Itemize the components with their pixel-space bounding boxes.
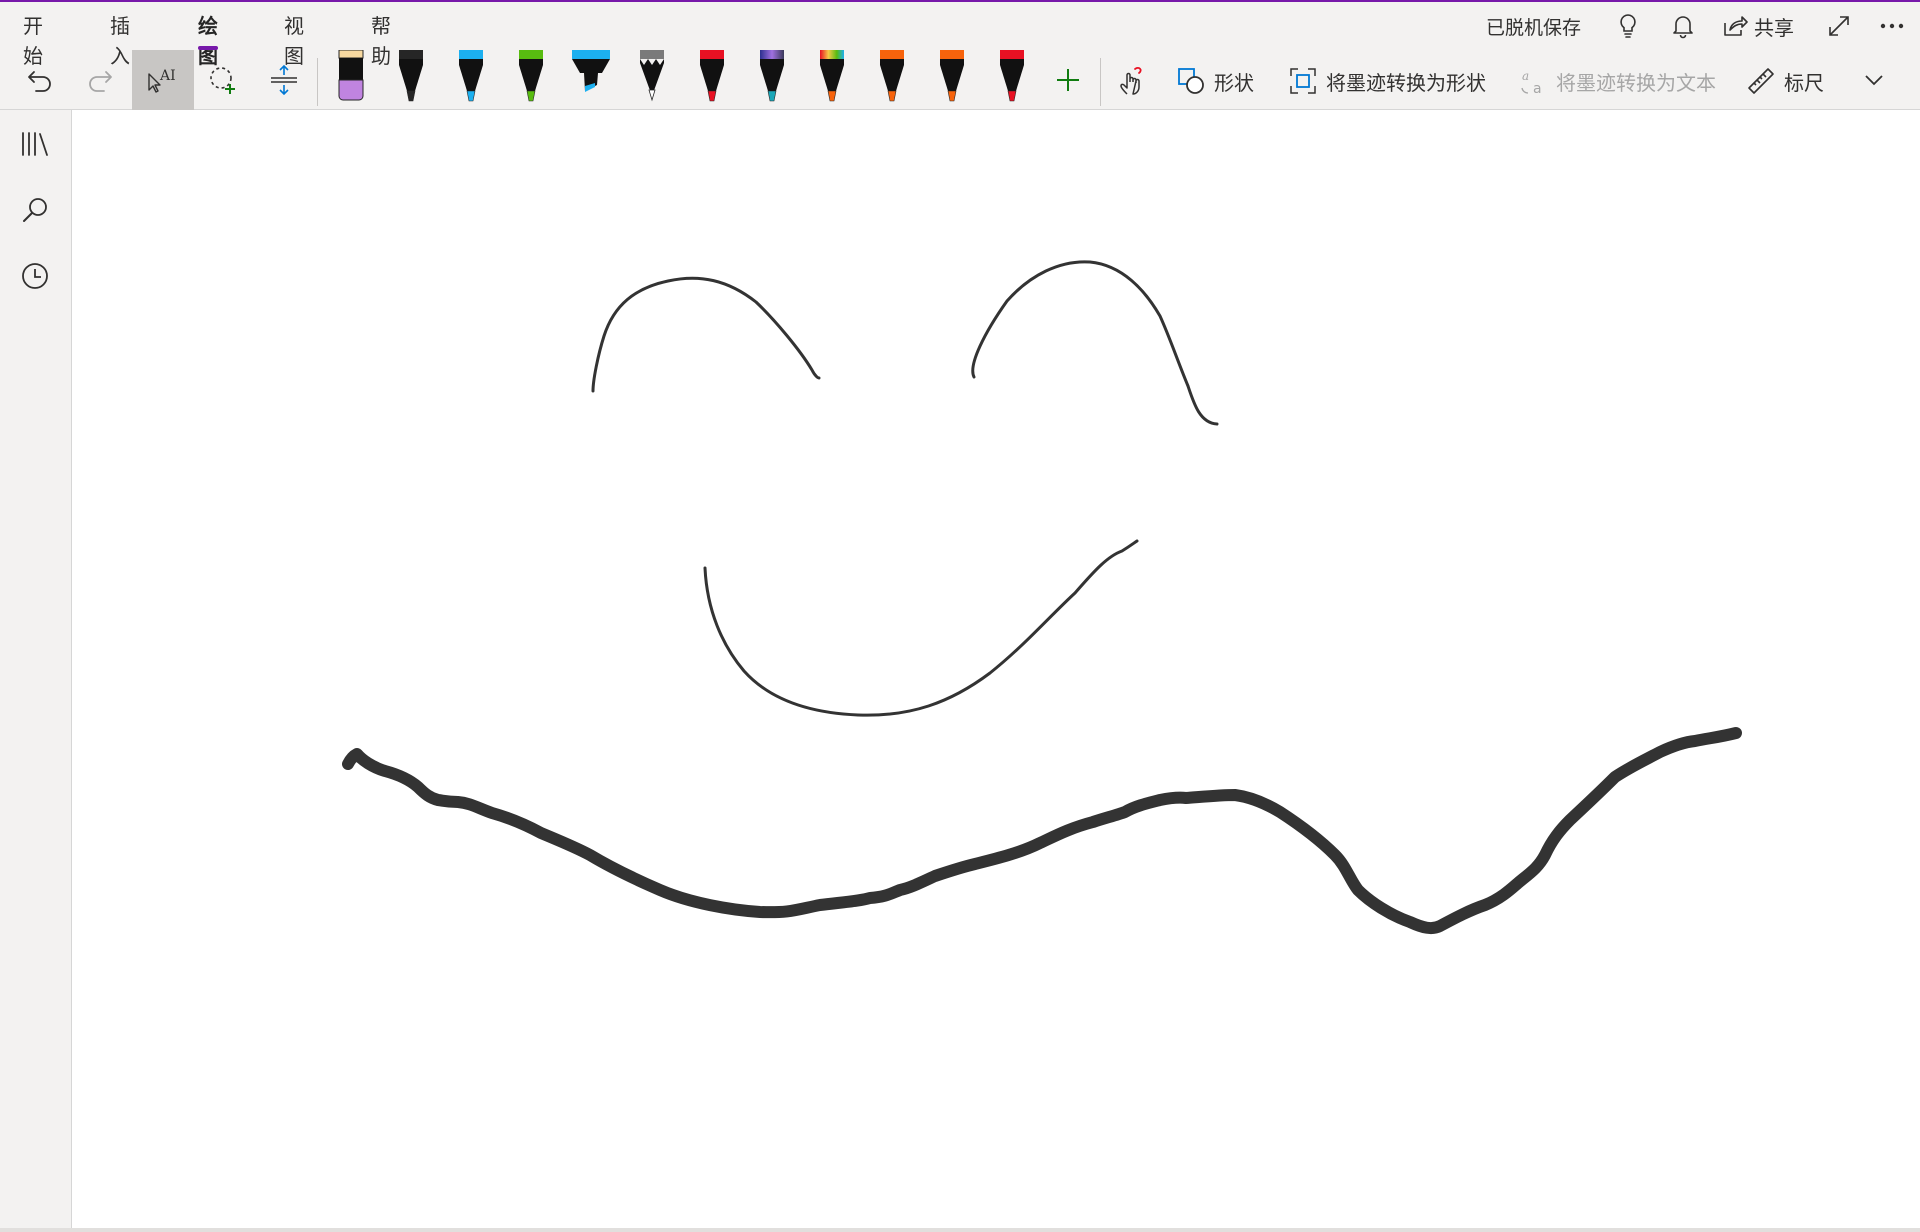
left-navigation — [0, 110, 72, 1232]
recent-notes-button[interactable] — [11, 252, 59, 300]
undo-icon — [28, 71, 51, 92]
share-icon — [1724, 16, 1748, 36]
pen-galaxy-pen-8[interactable] — [750, 50, 794, 106]
lightbulb-icon[interactable] — [1608, 6, 1648, 46]
add-pen-button[interactable] — [1044, 50, 1092, 110]
pen-pen-10[interactable] — [870, 50, 914, 106]
save-status-text: 已脱机保存 — [1486, 17, 1582, 39]
touch-draw-button[interactable] — [1108, 50, 1156, 110]
ink-to-text-label: 将墨迹转换为文本 — [1556, 72, 1716, 95]
pen-rainbow-pen-9[interactable] — [810, 50, 854, 106]
onenote-window: 开始 插入 绘图 视图 帮助 已脱机保存 共享 AI 形状 将墨迹转换为形状 a… — [0, 0, 1920, 1232]
toolbar-separator — [1100, 58, 1101, 106]
tab-home[interactable]: 开始 — [23, 12, 43, 68]
shapes-icon — [1178, 68, 1204, 94]
ink-stroke-wave — [342, 727, 1742, 935]
pen-eraser-1[interactable] — [329, 49, 373, 106]
search-button[interactable] — [11, 186, 59, 234]
type-select-icon: AI — [148, 68, 176, 93]
add-space-tool[interactable] — [260, 50, 308, 110]
chevron-down-icon — [1865, 75, 1883, 86]
ink-to-text-icon: aa — [1521, 69, 1542, 96]
undo-button[interactable] — [16, 50, 64, 110]
ribbon-overflow-button[interactable] — [1852, 50, 1896, 110]
pen-highlighter-5[interactable] — [569, 50, 613, 106]
ink-layer — [342, 260, 1742, 935]
pen-pen-4[interactable] — [509, 50, 553, 106]
tab-draw[interactable]: 绘图 — [198, 12, 218, 68]
save-status: 已脱机保存 — [1486, 8, 1581, 44]
more-icon[interactable] — [1872, 6, 1912, 46]
ink-to-shape-button[interactable]: 将墨迹转换为形状 — [1288, 62, 1486, 100]
recent-icon — [22, 263, 48, 289]
pen-pen-2[interactable] — [389, 50, 433, 106]
ribbon: 开始 插入 绘图 视图 帮助 已脱机保存 共享 AI 形状 将墨迹转换为形状 a… — [0, 2, 1920, 110]
shapes-button[interactable]: 形状 — [1176, 62, 1254, 100]
svg-text:a: a — [1522, 69, 1529, 83]
ink-stroke-mouth — [703, 539, 1139, 717]
add-space-icon — [271, 64, 297, 96]
ink-to-shape-label: 将墨迹转换为形状 — [1326, 72, 1486, 95]
share-label: 共享 — [1754, 17, 1794, 40]
ruler-button[interactable]: 标尺 — [1746, 62, 1824, 100]
svg-text:AI: AI — [159, 68, 176, 84]
bell-icon[interactable] — [1663, 6, 1703, 46]
notebooks-icon — [22, 132, 48, 156]
tab-help[interactable]: 帮助 — [371, 12, 391, 68]
svg-text:a: a — [1533, 81, 1542, 96]
drawing-canvas[interactable] — [72, 110, 1920, 1232]
ink-stroke-right-eye — [971, 260, 1219, 426]
pen-pen-11[interactable] — [930, 50, 974, 106]
plus-icon — [1057, 69, 1079, 91]
share-button[interactable]: 共享 — [1722, 8, 1794, 44]
ruler-icon — [1748, 68, 1774, 94]
ruler-label: 标尺 — [1784, 72, 1824, 95]
search-icon — [23, 198, 47, 222]
toolbar-separator — [317, 58, 318, 106]
pen-pen-12[interactable] — [990, 50, 1034, 106]
expand-icon[interactable] — [1819, 6, 1859, 46]
redo-button[interactable] — [76, 50, 124, 110]
lasso-icon — [210, 67, 235, 94]
type-select-tool[interactable]: AI — [132, 50, 194, 110]
pen-pen-7[interactable] — [690, 50, 734, 106]
lasso-select-tool[interactable] — [200, 50, 248, 110]
shapes-label: 形状 — [1214, 72, 1254, 95]
ink-stroke-left-eye — [591, 276, 821, 393]
ink-to-shape-icon — [1290, 68, 1316, 94]
tab-view[interactable]: 视图 — [284, 12, 304, 68]
redo-icon — [89, 71, 112, 92]
pen-pencil-6[interactable] — [630, 50, 674, 106]
notebooks-button[interactable] — [11, 120, 59, 168]
window-bottom-border — [0, 1228, 1920, 1232]
pen-pen-3[interactable] — [449, 50, 493, 106]
tab-insert[interactable]: 插入 — [110, 12, 130, 68]
touch-draw-icon — [1120, 67, 1142, 95]
ink-to-text-button[interactable]: aa 将墨迹转换为文本 — [1518, 62, 1716, 100]
